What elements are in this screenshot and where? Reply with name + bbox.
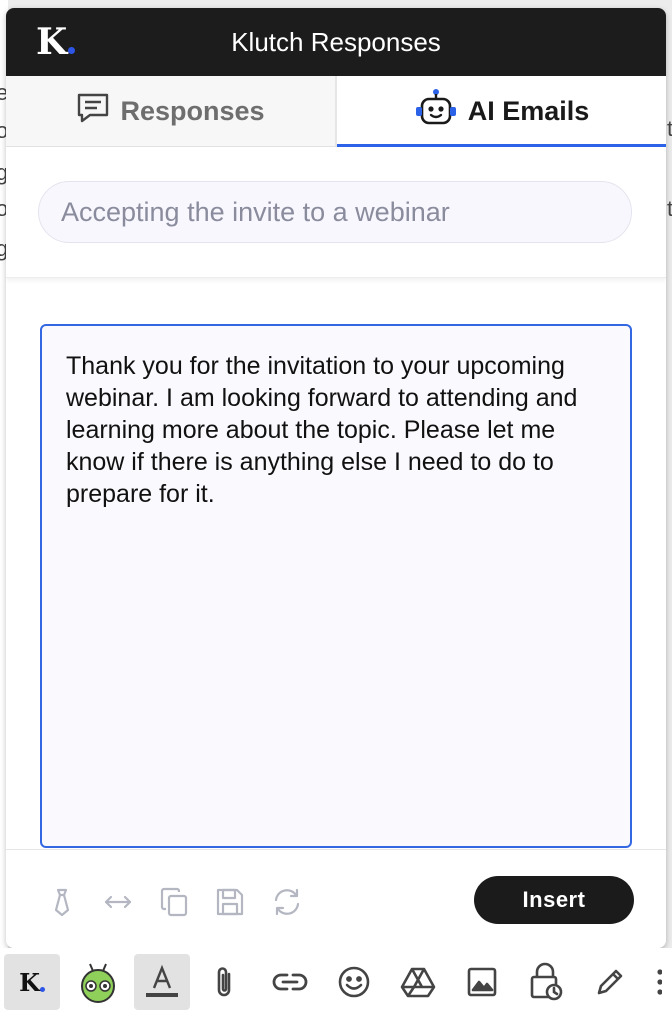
- copy-icon[interactable]: [158, 886, 190, 918]
- klutch-logo: K: [36, 22, 76, 62]
- prompt-section: Accepting the invite to a webinar: [6, 147, 666, 278]
- tie-icon[interactable]: [46, 886, 78, 918]
- drive-icon[interactable]: [390, 954, 446, 1010]
- save-icon[interactable]: [214, 886, 246, 918]
- popup-title: Klutch Responses: [231, 26, 441, 57]
- popup-header: K Klutch Responses: [6, 8, 666, 76]
- signature-pen-icon[interactable]: [582, 954, 638, 1010]
- chat-bubble-icon: [76, 92, 110, 131]
- image-icon[interactable]: [454, 954, 510, 1010]
- robot-icon: [414, 88, 458, 135]
- emoji-icon[interactable]: [326, 954, 382, 1010]
- background-text-fragment: t: [667, 196, 672, 221]
- tab-responses-label: Responses: [120, 95, 265, 126]
- klutch-logo-icon[interactable]: K: [4, 954, 60, 1010]
- tab-ai-emails[interactable]: AI Emails: [337, 76, 666, 147]
- prompt-input[interactable]: Accepting the invite to a webinar: [38, 181, 632, 243]
- more-icon[interactable]: [644, 954, 672, 1010]
- text-format-icon[interactable]: [134, 954, 190, 1010]
- android-bot-icon[interactable]: [70, 954, 126, 1010]
- confidential-lock-icon[interactable]: [518, 954, 574, 1010]
- tab-bar: Responses AI Emails: [6, 76, 666, 147]
- klutch-responses-popup: K Klutch Responses Responses AI Emails A…: [6, 8, 666, 948]
- link-icon[interactable]: [262, 954, 318, 1010]
- attachment-icon[interactable]: [196, 954, 252, 1010]
- tab-ai-emails-label: AI Emails: [467, 95, 590, 126]
- popup-footer: Insert: [6, 849, 666, 948]
- tab-responses[interactable]: Responses: [6, 76, 337, 146]
- insert-button[interactable]: Insert: [474, 876, 634, 924]
- compose-toolbar: K: [0, 948, 672, 1036]
- refresh-icon[interactable]: [270, 886, 302, 918]
- background-text-fragment: t: [667, 116, 672, 141]
- resize-arrows-icon[interactable]: [102, 886, 134, 918]
- email-body-editor[interactable]: Thank you for the invitation to your upc…: [40, 324, 632, 848]
